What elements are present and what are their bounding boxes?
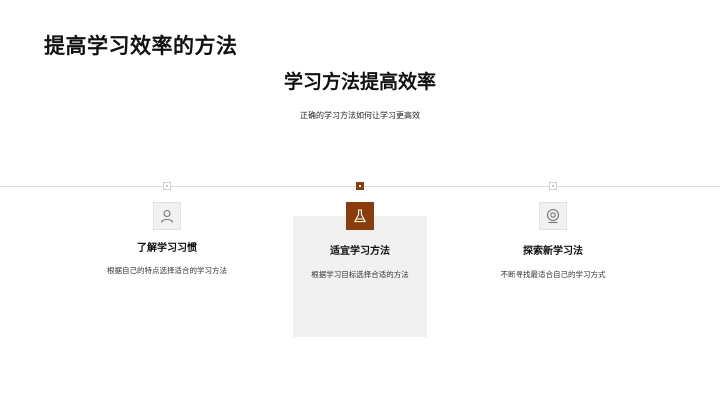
webcam-icon <box>539 202 567 230</box>
person-icon <box>153 202 181 230</box>
timeline-dot-3 <box>549 182 557 190</box>
sub-heading: 正确的学习方法如何让学习更高效 <box>300 111 420 120</box>
timeline-dot-2-active <box>356 182 364 190</box>
step-2-title: 适宜学习方法 <box>330 246 390 257</box>
flask-icon <box>346 202 374 230</box>
main-heading: 学习方法提高效率 <box>283 71 436 93</box>
step-3-description: 不断寻找最适合自己的学习方式 <box>500 270 606 279</box>
step-3-title: 探索新学习法 <box>523 246 583 257</box>
timeline-dot-1 <box>163 182 171 190</box>
step-1-title: 了解学习习惯 <box>137 243 197 254</box>
slide-title: 提高学习效率的方法 <box>44 34 238 58</box>
step-1-description: 根据自己的特点选择适合的学习方法 <box>107 266 227 275</box>
step-2-description: 根据学习目标选择合适的方法 <box>311 270 409 279</box>
